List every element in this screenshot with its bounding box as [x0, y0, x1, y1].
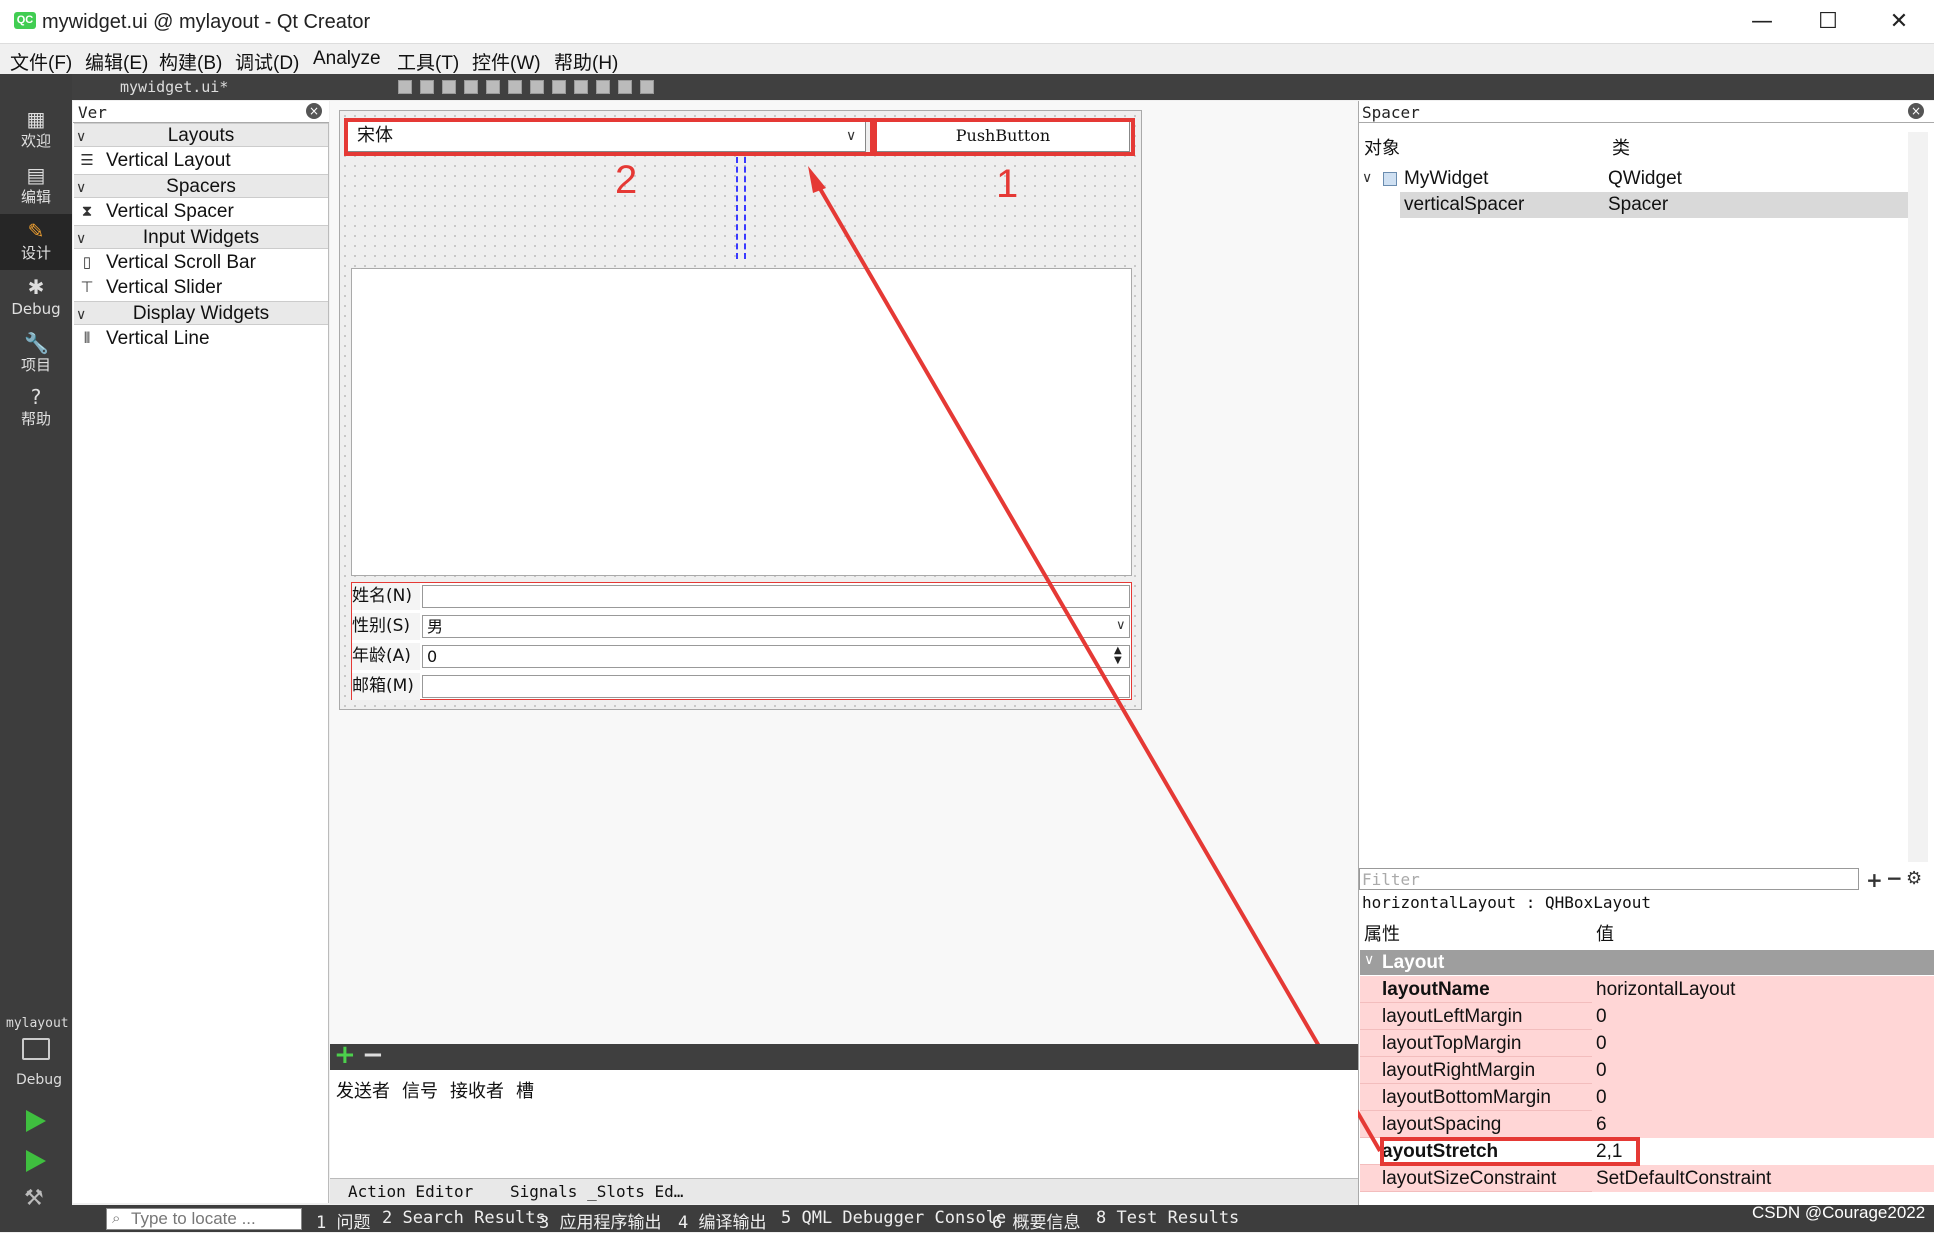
annotation-arrow-head — [808, 166, 826, 193]
tab-action-editor[interactable]: Action Editor — [348, 1182, 473, 1201]
column-slot[interactable]: 槽 — [516, 1077, 534, 1103]
tab-signals-slots[interactable]: Signals _Slots Ed… — [510, 1182, 683, 1201]
signal-slot-toolbar — [330, 1044, 1358, 1070]
column-receiver[interactable]: 接收者 — [450, 1077, 504, 1103]
pane-search-results[interactable]: 2 Search Results — [382, 1208, 546, 1228]
search-icon: ⌕ — [112, 1209, 121, 1227]
pane-qml-console[interactable]: 5 QML Debugger Console — [781, 1208, 1006, 1228]
watermark: CSDN @Courage2022 — [1752, 1203, 1926, 1222]
pane-general-messages[interactable]: 6 概要信息 — [992, 1208, 1080, 1233]
pane-app-output[interactable]: 3 应用程序输出 — [539, 1208, 661, 1233]
column-signal[interactable]: 信号 — [402, 1077, 438, 1103]
editor-tabs — [330, 1178, 1358, 1204]
column-sender[interactable]: 发送者 — [336, 1077, 390, 1103]
add-connection-icon[interactable]: + — [334, 1040, 356, 1070]
locator-input[interactable]: Type to locate ... — [106, 1208, 302, 1230]
remove-connection-icon[interactable]: − — [362, 1040, 384, 1070]
pane-issues[interactable]: 1 问题 — [316, 1208, 370, 1233]
pane-compile-output[interactable]: 4 编译输出 — [678, 1208, 766, 1233]
annotation-arrow-line — [813, 178, 1382, 1153]
pane-test-results[interactable]: 8 Test Results — [1096, 1208, 1239, 1228]
